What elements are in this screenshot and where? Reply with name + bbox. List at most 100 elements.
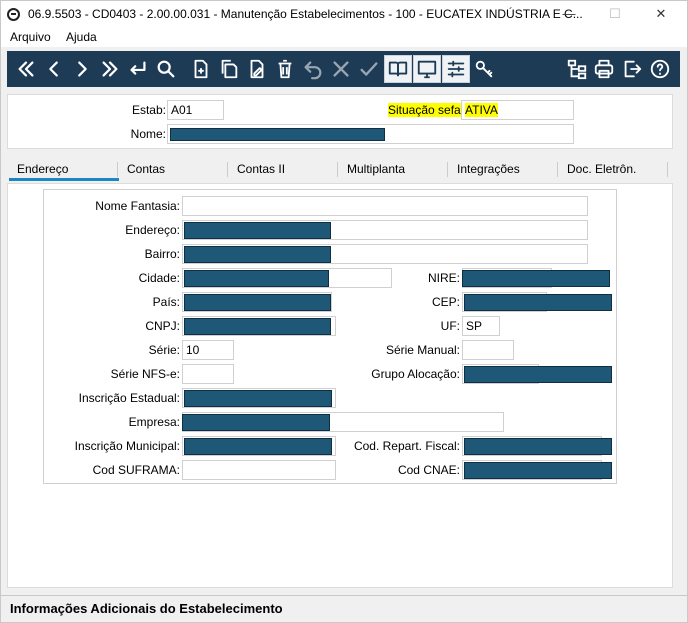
cod-repart-fiscal-redacted-value	[464, 438, 612, 455]
first-record-icon	[18, 61, 34, 77]
situacao-sefaz-field[interactable]: ATIVA	[461, 100, 574, 120]
pais-redacted-value	[184, 294, 331, 311]
settings-sliders-icon	[447, 60, 465, 78]
book-icon	[388, 61, 408, 77]
maximize-button[interactable]: ☐	[592, 3, 638, 25]
print-icon	[594, 59, 614, 79]
inscricao-municipal-redacted-value	[184, 438, 332, 455]
book-button[interactable]	[384, 55, 412, 83]
inscricao-municipal-label: Inscrição Municipal:	[74, 439, 180, 453]
cancel-icon	[333, 61, 349, 77]
serie-nfse-field[interactable]	[182, 364, 234, 384]
monitor-icon	[417, 60, 437, 79]
delete-button[interactable]	[271, 55, 299, 83]
footer-divider	[1, 595, 687, 596]
menu-bar: Arquivo Ajuda	[1, 28, 687, 47]
menu-ajuda[interactable]: Ajuda	[66, 30, 97, 44]
pais-label: País:	[152, 295, 180, 309]
tab-contas[interactable]: Contas	[123, 157, 165, 181]
copy-record-button[interactable]	[215, 55, 243, 83]
last-record-icon	[102, 61, 118, 77]
cep-redacted-value	[464, 294, 612, 311]
undo-button[interactable]	[299, 55, 327, 83]
delete-icon	[278, 59, 292, 79]
tab-separator	[667, 162, 668, 177]
serie-field[interactable]: 10	[182, 340, 234, 360]
grupo-alocacao-redacted-value	[464, 366, 612, 383]
tab-integracoes[interactable]: Integrações	[453, 157, 520, 181]
close-button[interactable]: ✕	[638, 3, 684, 25]
inscricao-estadual-redacted-value	[184, 390, 332, 407]
minimize-button[interactable]: —	[546, 3, 592, 25]
exit-icon	[624, 60, 642, 78]
serie-nfse-label: Série NFS-e:	[110, 367, 180, 381]
cod-suframa-label: Cod SUFRAMA:	[92, 463, 180, 477]
tab-bar: Endereço Contas Contas II Multiplanta In…	[7, 157, 669, 183]
cod-cnae-label: Cod CNAE:	[397, 463, 460, 477]
first-record-button[interactable]	[12, 55, 40, 83]
serie-manual-field[interactable]	[462, 340, 514, 360]
toolbar	[7, 51, 680, 87]
print-button[interactable]	[590, 55, 618, 83]
tree-structure-button[interactable]	[563, 55, 591, 83]
next-record-icon	[78, 61, 87, 77]
new-record-icon	[194, 59, 208, 79]
cnpj-label: CNPJ:	[145, 319, 180, 333]
tab-contas-ii[interactable]: Contas II	[233, 157, 285, 181]
confirm-icon	[360, 62, 378, 76]
window-title: 06.9.5503 - CD0403 - 2.00.00.031 - Manut…	[28, 7, 583, 21]
return-icon	[130, 61, 146, 75]
edit-record-button[interactable]	[243, 55, 271, 83]
next-record-button[interactable]	[68, 55, 96, 83]
bairro-label: Bairro:	[144, 247, 180, 261]
endereco-label: Endereço:	[125, 223, 180, 237]
cidade-redacted-value	[184, 270, 329, 287]
cod-repart-fiscal-label: Cod. Repart. Fiscal:	[353, 439, 460, 453]
nome-fantasia-field[interactable]	[182, 196, 588, 216]
nome-redacted-value	[170, 128, 385, 141]
help-button[interactable]	[646, 55, 674, 83]
undo-icon	[304, 61, 322, 80]
menu-arquivo[interactable]: Arquivo	[10, 30, 51, 44]
return-button[interactable]	[124, 55, 152, 83]
header-panel: Estab: A01 Situação sefaz: ATIVA Nome:	[7, 94, 673, 149]
endereco-redacted-value	[184, 222, 331, 239]
estab-field[interactable]: A01	[167, 100, 224, 120]
search-button[interactable]	[152, 55, 180, 83]
title-bar: 06.9.5503 - CD0403 - 2.00.00.031 - Manut…	[1, 1, 687, 28]
situacao-sefaz-label: Situação sefaz:	[388, 103, 471, 117]
footer-title: Informações Adicionais do Estabeleciment…	[10, 601, 283, 616]
estab-label: Estab:	[131, 103, 166, 117]
cep-label: CEP:	[431, 295, 460, 309]
nire-label: NIRE:	[427, 271, 460, 285]
bairro-redacted-value	[184, 246, 331, 263]
tab-separator	[337, 162, 338, 177]
app-window: 06.9.5503 - CD0403 - 2.00.00.031 - Manut…	[0, 0, 688, 623]
empresa-redacted-value	[182, 414, 330, 431]
serie-label: Série:	[148, 343, 180, 357]
tab-separator	[557, 162, 558, 177]
tab-multiplanta[interactable]: Multiplanta	[343, 157, 405, 181]
empresa-label: Empresa:	[128, 415, 180, 429]
last-record-button[interactable]	[96, 55, 124, 83]
settings-sliders-button[interactable]	[442, 55, 470, 83]
prev-record-icon	[49, 61, 58, 77]
prev-record-button[interactable]	[40, 55, 68, 83]
cod-cnae-redacted-value	[464, 462, 612, 479]
situacao-sefaz-value: ATIVA	[465, 103, 498, 117]
tree-structure-icon	[567, 59, 587, 80]
tab-doc-eletron[interactable]: Doc. Eletrôn.	[563, 157, 636, 181]
active-tab-indicator	[9, 178, 119, 181]
address-tab-panel: Nome Fantasia: Endereço: Bairro: Cidade:…	[7, 183, 673, 588]
key-icon	[475, 60, 493, 78]
grupo-alocacao-label: Grupo Alocação:	[371, 367, 460, 381]
key-button[interactable]	[470, 55, 498, 83]
confirm-button[interactable]	[355, 55, 383, 83]
uf-field[interactable]: SP	[462, 316, 500, 336]
exit-button[interactable]	[618, 55, 646, 83]
uf-label: UF:	[440, 319, 460, 333]
cancel-button[interactable]	[327, 55, 355, 83]
new-record-button[interactable]	[187, 55, 215, 83]
monitor-button[interactable]	[413, 55, 441, 83]
cod-suframa-field[interactable]	[182, 460, 336, 480]
